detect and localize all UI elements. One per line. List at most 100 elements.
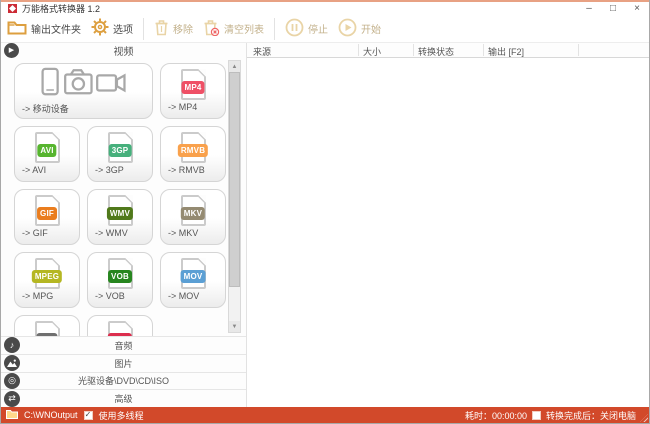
close-button[interactable]: × <box>631 3 643 14</box>
column-source[interactable]: 来源 <box>253 45 271 58</box>
resize-grip[interactable] <box>640 414 648 422</box>
clear-list-button[interactable]: 清空列表 <box>203 19 264 39</box>
category-list: ♪ 音频 图片 ◎ 光驱设备\DVD\CD\ISO ⇄ 高级 <box>1 336 246 407</box>
scrollbar-thumb[interactable] <box>229 72 240 287</box>
trash-icon <box>154 19 169 39</box>
format-badge: VOB <box>108 270 132 283</box>
shutdown-checkbox[interactable] <box>532 411 541 420</box>
category-images[interactable]: 图片 <box>1 354 246 372</box>
file-document-icon: MPEG <box>35 258 60 289</box>
gear-icon <box>91 18 109 39</box>
format-badge: 3GP <box>109 144 132 157</box>
advanced-arrows-icon: ⇄ <box>4 391 20 407</box>
play-icon <box>338 18 357 40</box>
format-tile-label: -> AVI <box>15 165 79 175</box>
format-tile[interactable]: MKV -> MKV <box>160 189 226 245</box>
format-tile-label: -> MPG <box>15 291 79 301</box>
format-tile[interactable]: 3GP -> 3GP <box>87 126 153 182</box>
file-document-icon: MP4 <box>181 69 206 100</box>
toolbar-separator <box>143 18 144 40</box>
titlebar: 万能格式转换器 1.2 – □ × <box>1 2 649 15</box>
format-tile-label: -> 3GP <box>88 165 152 175</box>
category-advanced[interactable]: ⇄ 高级 <box>1 389 246 407</box>
format-tile[interactable]: GIF -> GIF <box>14 189 80 245</box>
format-tile-label: -> MOV <box>161 291 225 301</box>
clear-list-label: 清空列表 <box>224 21 264 36</box>
format-badge: MPEG <box>32 270 62 283</box>
output-path[interactable]: C:\WNOutput <box>24 410 78 420</box>
toolbar: 输出文件夹 选项 移除 清空列表 停止 <box>1 15 649 43</box>
file-document-icon: GIF <box>35 195 60 226</box>
format-tile-grid: -> 移动设备 MP4 -> <box>1 58 246 336</box>
window-title: 万能格式转换器 1.2 <box>22 2 100 15</box>
category-audio[interactable]: ♪ 音频 <box>1 336 246 354</box>
conversion-panel: 来源 大小 转换状态 输出 [F2] <box>247 43 649 407</box>
file-document-icon: SWF <box>108 321 133 336</box>
format-badge: MP4 <box>181 81 204 94</box>
file-document-icon: 3GP <box>108 132 133 163</box>
column-status[interactable]: 转换状态 <box>418 45 454 58</box>
options-label: 选项 <box>113 21 133 36</box>
category-optical[interactable]: ◎ 光驱设备\DVD\CD\ISO <box>1 372 246 390</box>
file-document-icon: FLV <box>35 321 60 336</box>
format-tile[interactable]: SWF -> SWF <box>87 315 153 336</box>
toolbar-separator <box>274 18 275 40</box>
column-size[interactable]: 大小 <box>363 45 381 58</box>
output-folder-button[interactable]: 输出文件夹 <box>7 19 81 38</box>
shutdown-label: 转换完成后：关闭电脑 <box>546 409 636 422</box>
format-sidebar: ▶ 视频 <box>1 43 247 407</box>
image-icon <box>4 355 20 371</box>
format-tile[interactable]: FLV -> FLV <box>14 315 80 336</box>
music-note-icon: ♪ <box>4 337 20 353</box>
video-section-header[interactable]: ▶ 视频 <box>1 43 246 58</box>
pause-icon <box>285 18 304 40</box>
format-tile[interactable]: MPEG -> MPG <box>14 252 80 308</box>
format-tile-label: -> RMVB <box>161 165 225 175</box>
minimize-button[interactable]: – <box>583 3 595 14</box>
file-document-icon: WMV <box>108 195 133 226</box>
statusbar: C:\WNOutput ✓ 使用多线程 耗时：00:00:00 转换完成后：关闭… <box>1 407 649 423</box>
format-badge: RMVB <box>178 144 208 157</box>
output-folder-small-icon <box>6 409 18 421</box>
format-tile-label: -> GIF <box>15 228 79 238</box>
app-window: 万能格式转换器 1.2 – □ × 输出文件夹 选项 移除 <box>0 0 650 424</box>
format-tile-label: -> WMV <box>88 228 152 238</box>
disc-icon: ◎ <box>4 373 20 389</box>
elapsed-time: 耗时：00:00:00 <box>465 409 527 422</box>
main-area: ▶ 视频 <box>1 43 649 407</box>
file-list-empty[interactable] <box>247 58 649 407</box>
format-badge: GIF <box>37 207 57 220</box>
format-tile-viewport: -> 移动设备 MP4 -> <box>1 58 246 336</box>
format-badge: MKV <box>181 207 205 220</box>
window-controls: – □ × <box>583 3 643 14</box>
format-tile-label: -> MKV <box>161 228 225 238</box>
format-badge: WMV <box>107 207 133 220</box>
format-tile[interactable]: -> 移动设备 <box>14 63 153 119</box>
format-tile[interactable]: VOB -> VOB <box>87 252 153 308</box>
remove-button[interactable]: 移除 <box>154 19 193 39</box>
multithread-label: 使用多线程 <box>99 409 144 422</box>
format-tile-label: -> MP4 <box>161 102 225 112</box>
column-output[interactable]: 输出 [F2] <box>488 45 524 58</box>
sidebar-scrollbar[interactable]: ▲ ▼ <box>228 60 241 333</box>
options-button[interactable]: 选项 <box>91 18 133 39</box>
multithread-checkbox[interactable]: ✓ <box>84 411 93 420</box>
format-tile[interactable]: AVI -> AVI <box>14 126 80 182</box>
output-folder-label: 输出文件夹 <box>31 21 81 36</box>
stop-button[interactable]: 停止 <box>285 18 328 40</box>
start-button[interactable]: 开始 <box>338 18 381 40</box>
file-document-icon: MOV <box>181 258 206 289</box>
format-tile[interactable]: WMV -> WMV <box>87 189 153 245</box>
format-tile[interactable]: RMVB -> RMVB <box>160 126 226 182</box>
video-section-label: 视频 <box>114 43 134 58</box>
file-document-icon: VOB <box>108 258 133 289</box>
start-label: 开始 <box>361 21 381 36</box>
format-badge: MOV <box>181 270 206 283</box>
format-tile[interactable]: MP4 -> MP4 <box>160 63 226 119</box>
scroll-up-icon[interactable]: ▲ <box>229 61 240 72</box>
format-tile[interactable]: MOV -> MOV <box>160 252 226 308</box>
scroll-down-icon[interactable]: ▼ <box>229 321 240 332</box>
folder-icon <box>7 19 27 38</box>
table-header: 来源 大小 转换状态 输出 [F2] <box>247 43 649 58</box>
maximize-button[interactable]: □ <box>607 3 619 14</box>
